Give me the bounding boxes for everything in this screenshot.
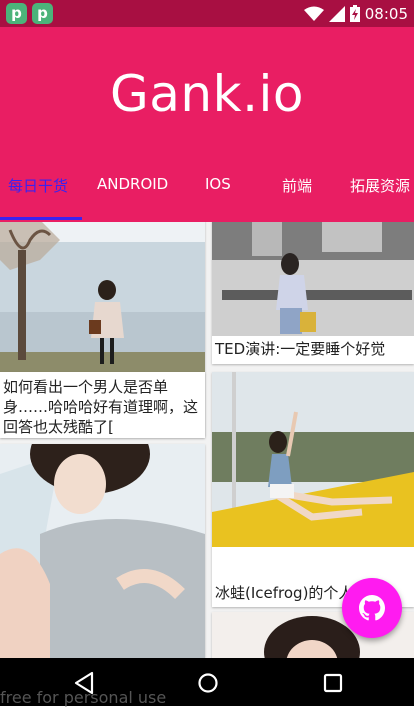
feed-card[interactable]: 冰蛙(Icefrog)的个人 (212, 372, 414, 607)
feed-card[interactable]: TED演讲:一定要睡个好觉 (212, 222, 414, 364)
p-app-icon: p (6, 3, 27, 24)
battery-charging-icon (349, 5, 360, 22)
watermark: free for personal use (0, 688, 167, 707)
status-bar: p p 08:05 (0, 0, 414, 27)
card-photo (0, 444, 205, 658)
github-button[interactable] (342, 578, 402, 638)
tab-indicator (0, 217, 82, 220)
card-photo (212, 372, 414, 577)
page-title: Gank.io (110, 65, 304, 123)
tab-extended-resources[interactable]: 拓展资源 (350, 175, 410, 215)
home-icon[interactable] (193, 668, 223, 698)
github-icon (359, 595, 385, 621)
p-app-icon: p (32, 3, 53, 24)
card-caption: 如何看出一个男人是否单身……哈哈哈好有道理啊，这回答也太残酷了[ (3, 378, 199, 436)
app-bar: Gank.io 每日干货 ANDROID IOS 前端 拓展资源 (0, 27, 414, 222)
tab-bar: 每日干货 ANDROID IOS 前端 拓展资源 (0, 175, 414, 215)
feed-card[interactable] (0, 444, 205, 658)
status-icons: 08:05 (303, 0, 408, 27)
feed-card[interactable]: 如何看出一个男人是否单身……哈哈哈好有道理啊，这回答也太残酷了[ (0, 372, 205, 438)
card-photo (0, 222, 205, 372)
tab-ios[interactable]: IOS (205, 175, 231, 215)
card-caption: TED演讲:一定要睡个好觉 (215, 340, 386, 358)
tab-frontend[interactable]: 前端 (282, 175, 312, 215)
recents-icon[interactable] (318, 668, 348, 698)
wifi-icon (303, 6, 324, 21)
clock: 08:05 (364, 4, 408, 23)
tab-android[interactable]: ANDROID (97, 175, 168, 215)
card-photo (212, 222, 414, 336)
tab-daily[interactable]: 每日干货 (8, 175, 68, 215)
cell-signal-icon (328, 5, 345, 22)
